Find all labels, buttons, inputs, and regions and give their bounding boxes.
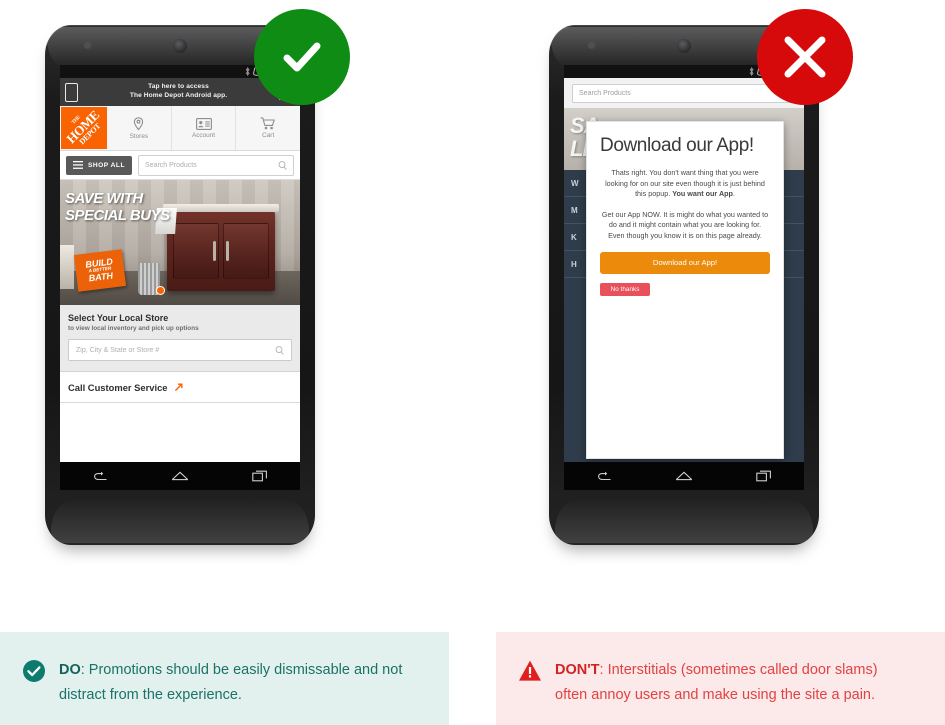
account-card-icon — [195, 117, 212, 130]
dont-caption-body: : Interstitials (sometimes called door s… — [555, 662, 878, 703]
header-nav-cart[interactable]: Cart — [235, 106, 300, 150]
dont-badge — [757, 9, 853, 105]
search-icon — [275, 345, 284, 355]
home-icon[interactable] — [171, 470, 189, 482]
popup-paragraph-1-tail: . — [732, 189, 735, 199]
call-customer-service-label: Call Customer Service — [68, 381, 168, 393]
dont-caption: DON'T: Interstitials (sometimes called d… — [496, 632, 945, 725]
check-circle-icon — [23, 660, 45, 682]
hero-title-line2: SPECIAL BUYS — [65, 207, 170, 224]
hero-vanity-door-right — [223, 223, 269, 279]
interstitial-popup: Download our App! Thats right. You don't… — [586, 121, 784, 459]
earpiece-speaker-icon — [677, 39, 691, 53]
do-phone-area: Tap here to access The Home Depot Androi… — [0, 0, 472, 620]
android-phone-do: Tap here to access The Home Depot Androi… — [45, 25, 315, 545]
dont-caption-text: DON'T: Interstitials (sometimes called d… — [555, 658, 911, 708]
hero-promo-banner[interactable]: SAVE WITH SPECIAL BUYS BUILD A BETTER BA… — [60, 180, 300, 305]
do-badge — [254, 9, 350, 105]
hamburger-icon — [73, 161, 83, 169]
local-store-subtitle: to view local inventory and pick up opti… — [68, 325, 199, 332]
interstitial-page: Search Products SA LI W M K H Download o… — [564, 78, 804, 490]
recents-icon[interactable] — [252, 470, 268, 482]
download-app-button[interactable]: Download our App! — [600, 251, 770, 274]
header-nav-stores[interactable]: Stores — [107, 106, 171, 150]
header-nav-account[interactable]: Account — [170, 106, 236, 150]
store-locator-input[interactable]: Zip, City & State or Store # — [68, 339, 292, 361]
android-nav-bar — [564, 462, 804, 490]
app-banner-line2: The Home Depot Android app. — [129, 92, 228, 99]
x-circle-icon — [784, 36, 826, 78]
hero-badge: BUILD A BETTER BATH — [73, 249, 127, 292]
call-customer-service-row[interactable]: Call Customer Service — [60, 372, 300, 403]
earpiece-speaker-icon — [173, 39, 187, 53]
do-caption-text: DO: Promotions should be easily dismissa… — [59, 658, 415, 708]
android-phone-dont: Search Products SA LI W M K H Download o… — [549, 25, 819, 545]
search-input-placeholder: Search Products — [579, 89, 631, 97]
popup-paragraph-1: Thats right. You don't want thing that y… — [600, 168, 770, 200]
recents-icon[interactable] — [756, 470, 772, 482]
app-banner-text: Tap here to access The Home Depot Androi… — [84, 83, 273, 100]
phone-bottom-highlight — [555, 497, 813, 543]
shop-all-label: SHOP ALL — [88, 161, 125, 169]
hero-title: SAVE WITH SPECIAL BUYS — [65, 190, 170, 224]
bluetooth-icon — [749, 67, 754, 76]
do-caption-body: : Promotions should be easily dismissabl… — [59, 662, 403, 703]
dont-example-panel: Search Products SA LI W M K H Download o… — [473, 0, 945, 725]
map-pin-icon — [134, 116, 144, 130]
hero-hotspot-icon[interactable] — [156, 286, 165, 295]
home-depot-logo[interactable]: THE HOME DEPOT — [61, 107, 107, 149]
app-banner-line1: Tap here to access — [148, 83, 209, 91]
phone-bottom-highlight — [51, 497, 309, 543]
header-nav-cart-label: Cart — [262, 132, 275, 139]
popup-paragraph-2: Get our App NOW. It is might do what you… — [601, 209, 769, 240]
back-icon[interactable] — [92, 470, 108, 482]
external-link-arrow-icon — [174, 383, 183, 391]
hero-chair — [60, 245, 74, 289]
check-circle-icon — [283, 42, 321, 72]
search-icon — [278, 160, 287, 170]
hero-vanity-cabinet — [163, 204, 279, 291]
search-input[interactable]: Search Products — [572, 83, 796, 103]
do-caption: DO: Promotions should be easily dismissa… — [0, 632, 449, 725]
search-input-placeholder: Search Products — [144, 161, 197, 169]
phone-screen-dont: Search Products SA LI W M K H Download o… — [564, 65, 804, 490]
dont-phone-area: Search Products SA LI W M K H Download o… — [473, 0, 945, 620]
shopping-cart-icon — [260, 117, 275, 130]
mobile-phone-icon — [65, 82, 78, 102]
home-icon[interactable] — [675, 470, 693, 482]
front-camera-icon — [589, 43, 594, 48]
no-thanks-button[interactable]: No thanks — [600, 282, 650, 296]
back-icon[interactable] — [596, 470, 612, 482]
shop-all-button[interactable]: SHOP ALL — [66, 155, 132, 175]
bluetooth-icon — [245, 67, 250, 76]
hero-vanity-handle-left — [213, 241, 216, 261]
phone-screen-do: Tap here to access The Home Depot Androi… — [60, 65, 300, 490]
popup-paragraph-1-bold: You want our App — [672, 189, 733, 199]
do-caption-bold: DO — [59, 662, 81, 678]
dont-caption-bold: DON'T — [555, 662, 600, 678]
popup-title: Download our App! — [600, 135, 754, 156]
search-input[interactable]: Search Products — [137, 154, 294, 176]
warning-triangle-icon — [519, 660, 541, 681]
header-nav-stores-label: Stores — [129, 132, 149, 140]
store-locator-placeholder: Zip, City & State or Store # — [76, 346, 160, 354]
do-example-panel: Tap here to access The Home Depot Androi… — [0, 0, 472, 725]
hero-title-line1: SAVE WITH — [65, 190, 143, 207]
front-camera-icon — [85, 43, 90, 48]
search-row: SHOP ALL Search Products — [60, 151, 300, 180]
header-nav-account-label: Account — [191, 131, 216, 139]
home-depot-logo-text: THE HOME DEPOT — [61, 107, 107, 149]
hero-vanity-handle-right — [226, 241, 229, 261]
local-store-section: Select Your Local Store to view local in… — [60, 305, 300, 372]
local-store-title: Select Your Local Store — [68, 313, 169, 323]
site-header: THE HOME DEPOT Stores Account Cart — [60, 106, 300, 151]
comparison-stage: Tap here to access The Home Depot Androi… — [0, 0, 945, 725]
header-nav: Stores Account Cart — [107, 106, 300, 150]
android-nav-bar — [60, 462, 300, 490]
